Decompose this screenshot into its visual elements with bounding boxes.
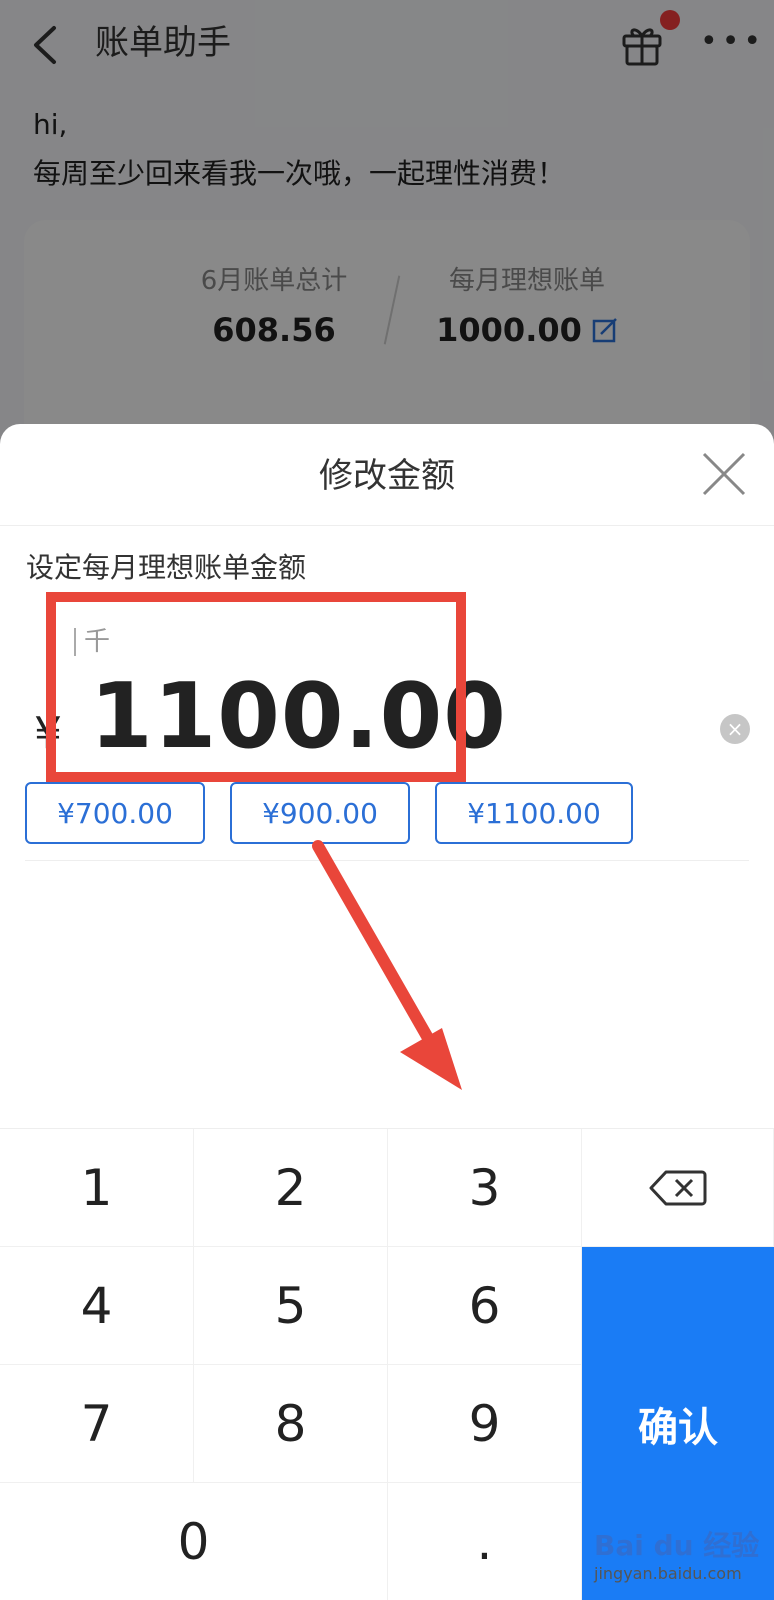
key-0[interactable]: 0: [0, 1483, 388, 1600]
backspace-icon: [649, 1170, 706, 1205]
preset-button-700[interactable]: ¥700.00: [25, 782, 205, 844]
sheet-header: 修改金额: [0, 424, 774, 526]
watermark-logo: Bai du 经验: [594, 1529, 760, 1562]
sheet-subtitle: 设定每月理想账单金额: [26, 551, 307, 584]
key-9[interactable]: 9: [388, 1365, 582, 1483]
clear-button[interactable]: ×: [720, 714, 750, 744]
divider: [25, 860, 749, 861]
annotation-highlight-box: [46, 592, 466, 782]
key-4[interactable]: 4: [0, 1247, 194, 1365]
preset-amounts: ¥700.00 ¥900.00 ¥1100.00: [25, 782, 749, 846]
key-1[interactable]: 1: [0, 1129, 194, 1247]
watermark-url: jingyan.baidu.com: [594, 1564, 742, 1583]
preset-button-900[interactable]: ¥900.00: [230, 782, 410, 844]
key-5[interactable]: 5: [194, 1247, 388, 1365]
close-button[interactable]: [700, 450, 748, 498]
preset-button-1100[interactable]: ¥1100.00: [435, 782, 633, 844]
sheet-title: 修改金额: [319, 456, 455, 496]
key-7[interactable]: 7: [0, 1365, 194, 1483]
key-3[interactable]: 3: [388, 1129, 582, 1247]
key-2[interactable]: 2: [194, 1129, 388, 1247]
key-8[interactable]: 8: [194, 1365, 388, 1483]
baidu-watermark: Bai du 经验 jingyan.baidu.com: [594, 1524, 764, 1594]
backspace-button[interactable]: [582, 1129, 774, 1247]
close-icon: [702, 452, 746, 496]
key-decimal[interactable]: .: [388, 1483, 582, 1600]
key-6[interactable]: 6: [388, 1247, 582, 1365]
